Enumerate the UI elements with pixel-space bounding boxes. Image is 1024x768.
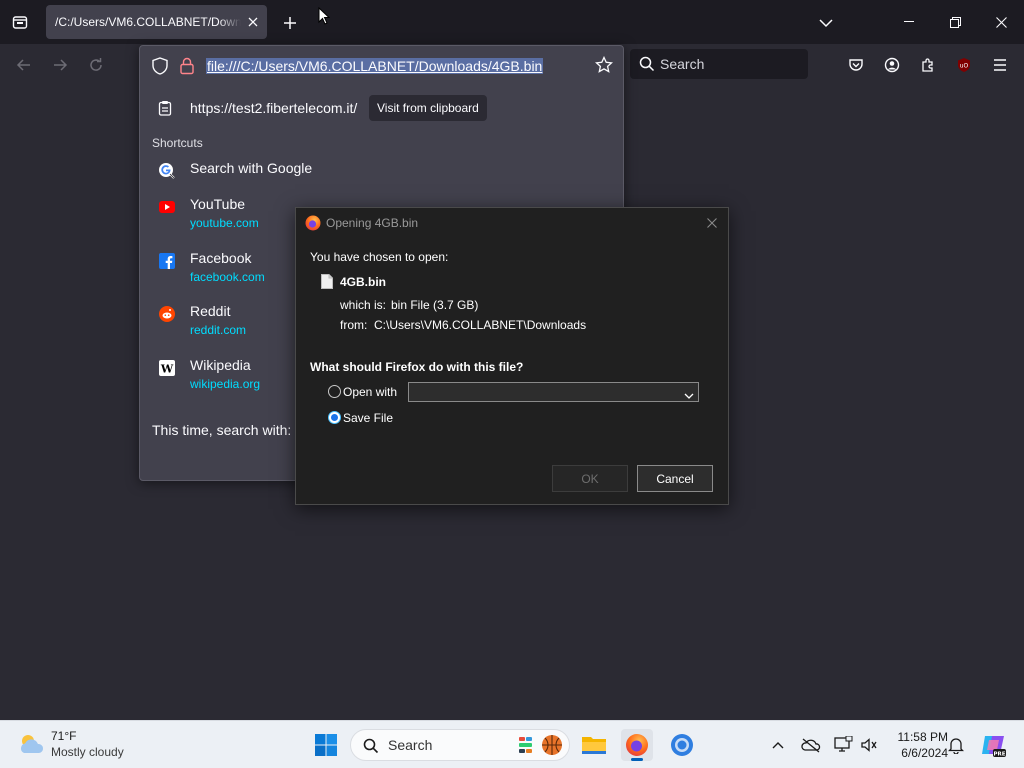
account-icon[interactable]: [880, 53, 904, 77]
save-file-radio[interactable]: [328, 411, 341, 424]
notification-bell-icon[interactable]: [944, 733, 968, 757]
reddit-icon: [158, 305, 176, 323]
shortcut-title: Facebook: [190, 250, 252, 266]
open-with-application-select[interactable]: [408, 382, 699, 402]
search-placeholder: Search: [660, 56, 705, 72]
page-info-icon[interactable]: [179, 57, 195, 80]
close-icon[interactable]: [704, 215, 720, 231]
google-icon: [158, 162, 176, 180]
download-dialog: Opening 4GB.bin You have chosen to open:…: [295, 207, 729, 505]
shortcut-url: wikipedia.org: [190, 377, 261, 391]
windows-taskbar: 71°F Mostly cloudy Search 11:58 PM 6/6/2…: [0, 720, 1024, 768]
tab-strip: /C:/Users/VM6.COLLABNET/Downloads/4GB.bi…: [0, 0, 1024, 44]
from-path-value: C:\Users\VM6.COLLABNET\Downloads: [374, 318, 587, 332]
urlbar[interactable]: file:///C:/Users/VM6.COLLABNET/Downloads…: [140, 46, 623, 86]
minimize-button[interactable]: [886, 0, 932, 44]
network-icon[interactable]: [831, 733, 855, 757]
firefox-view-icon[interactable]: [8, 10, 32, 34]
shortcut-url: reddit.com: [190, 323, 247, 337]
search-highlight-icon: [517, 733, 565, 760]
svg-text:W: W: [160, 363, 174, 376]
clock-time: 11:58 PM: [897, 730, 948, 744]
shortcut-title: Wikipedia: [190, 357, 251, 373]
file-name: 4GB.bin: [340, 275, 387, 289]
firefox-logo-icon: [305, 215, 321, 236]
close-window-button[interactable]: [978, 0, 1024, 44]
clipboard-suggestion[interactable]: https://test2.fibertelecom.it/ Visit fro…: [140, 92, 623, 126]
volume-muted-icon[interactable]: [857, 733, 881, 757]
file-type-value: bin File (3.7 GB): [391, 298, 479, 312]
file-explorer-icon[interactable]: [578, 729, 610, 761]
close-tab-icon[interactable]: [245, 14, 261, 30]
shortcut-search-with-google[interactable]: Search with Google: [140, 160, 623, 186]
cancel-button[interactable]: Cancel: [637, 465, 713, 492]
facebook-icon: [158, 252, 176, 270]
chevron-down-icon: [684, 387, 694, 405]
chevron-down-icon[interactable]: [814, 11, 838, 35]
shortcut-url: facebook.com: [190, 270, 265, 284]
dialog-titlebar: Opening 4GB.bin: [296, 208, 728, 238]
svg-text:PRE: PRE: [993, 751, 1005, 757]
shortcuts-heading: Shortcuts: [152, 136, 203, 150]
url-input[interactable]: file:///C:/Users/VM6.COLLABNET/Downloads…: [206, 56, 544, 76]
chrome-taskbar-icon[interactable]: [666, 729, 698, 761]
ok-button[interactable]: OK: [552, 465, 628, 492]
shortcut-title: Search with Google: [190, 160, 313, 176]
reload-icon[interactable]: [84, 53, 108, 77]
dialog-title: Opening 4GB.bin: [326, 216, 419, 230]
extensions-icon[interactable]: [916, 53, 940, 77]
shortcut-title: YouTube: [190, 196, 246, 212]
hamburger-menu-icon[interactable]: [988, 53, 1012, 77]
forward-arrow-icon[interactable]: [48, 53, 72, 77]
file-icon: [321, 274, 333, 294]
search-icon: [639, 56, 655, 75]
ublock-origin-icon[interactable]: uO: [952, 53, 976, 77]
mouse-cursor-icon: [318, 6, 331, 30]
open-with-radio[interactable]: [328, 385, 341, 398]
tab-title: /C:/Users/VM6.COLLABNET/Downloads/4GB.bi…: [55, 15, 241, 29]
partly-cloudy-icon: [16, 731, 46, 762]
wikipedia-icon: W: [158, 359, 176, 377]
which-is-label: which is:: [340, 298, 387, 312]
search-box[interactable]: Search: [630, 49, 808, 79]
open-with-label[interactable]: Open with: [343, 385, 397, 399]
restore-button[interactable]: [932, 0, 978, 44]
clipboard-url: https://test2.fibertelecom.it/: [190, 100, 358, 116]
new-tab-icon[interactable]: [278, 11, 302, 35]
start-windows-icon[interactable]: [310, 729, 342, 761]
save-file-label[interactable]: Save File: [343, 411, 393, 425]
what-should-firefox-do-label: What should Firefox do with this file?: [310, 360, 524, 374]
copilot-icon[interactable]: PRE: [979, 731, 1007, 759]
taskbar-search[interactable]: Search: [350, 729, 570, 761]
shortcut-url: youtube.com: [190, 216, 259, 230]
weather-temperature: 71°F: [51, 729, 77, 743]
clipboard-icon: [158, 100, 172, 121]
tracking-protection-shield-icon[interactable]: [152, 57, 168, 80]
bookmark-star-icon[interactable]: [594, 55, 614, 79]
url-text: file:///C:/Users/VM6.COLLABNET/Downloads…: [206, 58, 544, 74]
from-label: from:: [340, 318, 368, 332]
this-time-search-with-label: This time, search with:: [152, 422, 292, 438]
chevron-up-icon[interactable]: [766, 733, 790, 757]
pocket-icon[interactable]: [844, 53, 868, 77]
onedrive-icon[interactable]: [799, 733, 823, 757]
firefox-taskbar-icon[interactable]: [621, 729, 653, 761]
shortcut-title: Reddit: [190, 303, 231, 319]
visit-from-clipboard-button[interactable]: Visit from clipboard: [369, 95, 487, 121]
taskbar-search-label: Search: [388, 737, 433, 753]
svg-text:uO: uO: [960, 63, 969, 70]
chosen-to-open-label: You have chosen to open:: [310, 250, 449, 264]
weather-condition: Mostly cloudy: [51, 745, 124, 759]
tab-active[interactable]: /C:/Users/VM6.COLLABNET/Downloads/4GB.bi…: [46, 5, 267, 39]
taskbar-clock[interactable]: 11:58 PM 6/6/2024: [884, 729, 948, 761]
weather-widget[interactable]: 71°F Mostly cloudy: [16, 729, 156, 761]
youtube-icon: [158, 198, 176, 216]
back-arrow-icon[interactable]: [12, 53, 36, 77]
search-icon: [363, 738, 379, 757]
clock-date: 6/6/2024: [901, 746, 948, 760]
